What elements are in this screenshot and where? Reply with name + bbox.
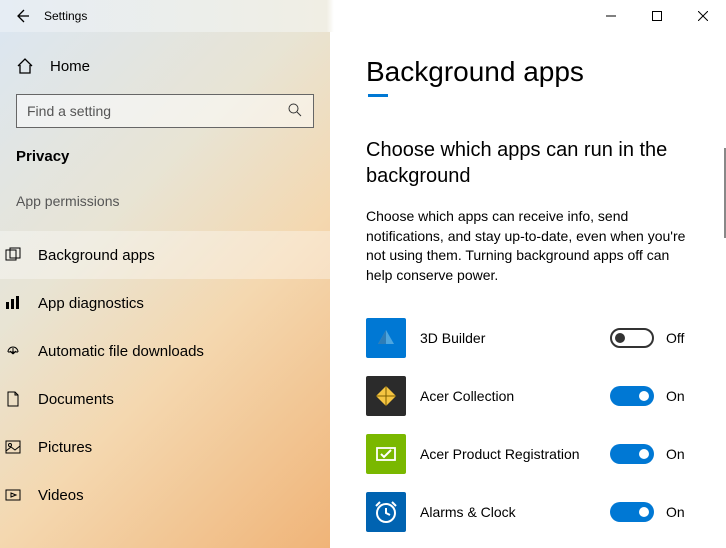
toggle-state-label: On [666,504,690,520]
home-label: Home [50,58,90,75]
toggle-state-label: On [666,446,690,462]
nav-icon [4,390,22,408]
accent-underline [368,94,388,97]
sidebar-item-background-apps[interactable]: Background apps [0,231,330,279]
app-name: Alarms & Clock [420,504,596,520]
app-icon [366,318,406,358]
truncated-item[interactable] [32,217,330,231]
app-name: 3D Builder [420,330,596,346]
sidebar-item-documents[interactable]: Documents [0,375,330,423]
maximize-button[interactable] [634,0,680,32]
toggle-switch[interactable] [610,328,654,348]
home-nav[interactable]: Home [16,46,314,86]
app-row: Acer Collection On [366,367,690,425]
page-subheading: Choose which apps can run in the backgro… [366,137,690,189]
category-title: Privacy [16,148,314,165]
page-heading: Background apps [366,56,690,88]
titlebar: Settings [0,0,726,32]
close-button[interactable] [680,0,726,32]
sidebar-item-automatic-file-downloads[interactable]: Automatic file downloads [0,327,330,375]
app-row: 3D Builder Off [366,309,690,367]
nav-icon [4,438,22,456]
sidebar-item-label: Videos [38,487,84,504]
section-label: App permissions [16,193,314,209]
app-icon [366,376,406,416]
toggle-switch[interactable] [610,386,654,406]
sidebar: Home Find a setting Privacy App permissi… [0,32,330,548]
sidebar-item-label: Pictures [38,439,92,456]
back-button[interactable] [14,8,30,24]
app-icon [366,492,406,532]
nav-icon [4,342,22,360]
nav-icon [4,246,22,264]
window-title: Settings [44,9,87,23]
sidebar-item-label: Automatic file downloads [38,343,204,360]
app-name: Acer Collection [420,388,596,404]
app-row: Acer Product Registration On [366,425,690,483]
main-panel: Background apps Choose which apps can ru… [330,32,726,548]
toggle-switch[interactable] [610,444,654,464]
nav-icon [4,486,22,504]
toggle-state-label: On [666,388,690,404]
app-name: Acer Product Registration [420,446,596,462]
toggle-switch[interactable] [610,502,654,522]
search-placeholder: Find a setting [27,103,111,119]
search-icon [287,102,303,121]
sidebar-item-pictures[interactable]: Pictures [0,423,330,471]
sidebar-item-app-diagnostics[interactable]: App diagnostics [0,279,330,327]
page-description: Choose which apps can receive info, send… [366,207,690,285]
app-icon [366,434,406,474]
home-icon [16,57,34,75]
sidebar-item-label: Documents [38,391,114,408]
search-input[interactable]: Find a setting [16,94,314,128]
sidebar-item-label: Background apps [38,247,155,264]
app-row: Alarms & Clock On [366,483,690,541]
minimize-button[interactable] [588,0,634,32]
toggle-state-label: Off [666,330,690,346]
nav-icon [4,294,22,312]
sidebar-item-label: App diagnostics [38,295,144,312]
sidebar-item-videos[interactable]: Videos [0,471,330,519]
